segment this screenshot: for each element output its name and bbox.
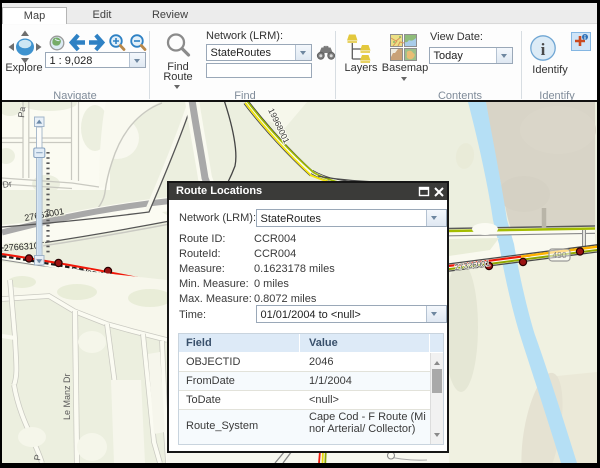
svg-text:490: 490 <box>552 250 566 260</box>
svg-text:Pa: Pa <box>16 106 27 118</box>
svg-text:i: i <box>541 40 546 59</box>
svg-text:Le Manz Dr: Le Manz Dr <box>62 373 72 420</box>
svg-text:Dr: Dr <box>2 178 13 189</box>
